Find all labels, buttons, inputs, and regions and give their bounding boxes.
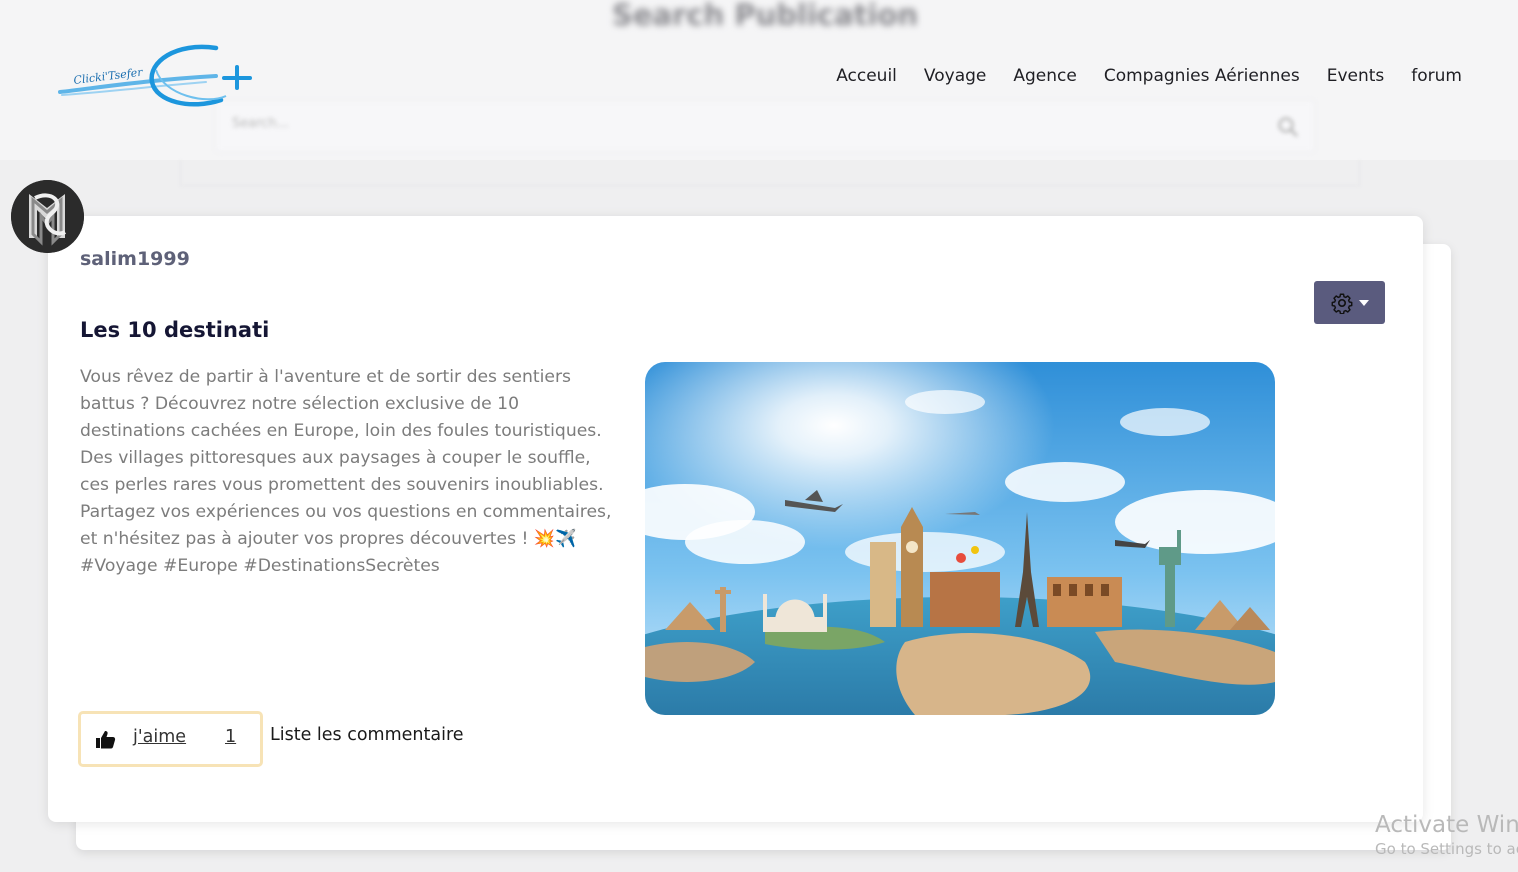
like-button[interactable]: j'aime [133, 727, 186, 747]
settings-dropdown-button[interactable] [1314, 281, 1385, 324]
nav-item-agence[interactable]: Agence [1013, 66, 1076, 86]
search-panel-edge [180, 160, 1360, 186]
post-body: Vous rêvez de partir à l'aventure et de … [80, 367, 612, 576]
avatar[interactable] [11, 180, 84, 253]
logo[interactable]: Clicki'Tsefer [56, 40, 256, 115]
nav-item-voyage[interactable]: Voyage [924, 66, 986, 86]
nav-item-forum[interactable]: forum [1411, 66, 1462, 86]
post-title: Les 10 destinati [80, 318, 270, 342]
nav-item-compagnies-aeriennes[interactable]: Compagnies Aériennes [1104, 66, 1300, 86]
search-input[interactable] [215, 100, 1315, 152]
post-image[interactable] [645, 362, 1275, 715]
nav-item-acceuil[interactable]: Acceuil [836, 66, 897, 86]
page-heading: Search Publication [612, 0, 919, 32]
post-username[interactable]: salim1999 [80, 248, 190, 270]
caret-down-icon [1358, 299, 1369, 306]
activation-watermark: Activate Windows Go to Settings to activ… [1375, 812, 1518, 872]
header: Search Publication Search... Clicki'Tsef… [0, 0, 1518, 160]
nav-item-events[interactable]: Events [1327, 66, 1385, 86]
thumbs-up-icon[interactable] [95, 730, 116, 749]
like-count[interactable]: 1 [225, 727, 236, 747]
like-box: j'aime 1 [78, 711, 263, 767]
search-placeholder: Search... [232, 116, 290, 131]
travel-landmarks-image [645, 362, 1275, 715]
comments-list-link[interactable]: Liste les commentaire [270, 725, 464, 745]
search-icon[interactable] [1277, 116, 1299, 138]
watermark-line-1: Activate Windows [1375, 812, 1518, 838]
plane-logo-icon: Clicki'Tsefer [58, 44, 252, 107]
watermark-line-2: Go to Settings to activate Windows. [1375, 840, 1518, 858]
monogram-avatar-icon [11, 180, 84, 253]
main-nav: Acceuil Voyage Agence Compagnies Aérienn… [836, 66, 1462, 86]
gear-icon [1331, 293, 1352, 314]
